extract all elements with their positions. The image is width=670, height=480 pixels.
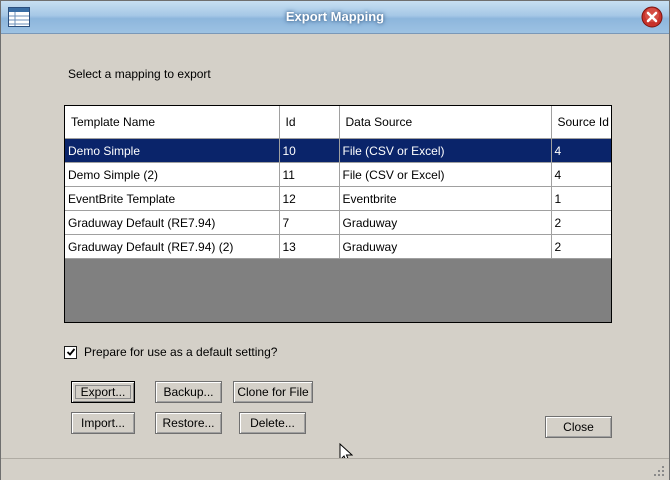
table-row[interactable]: EventBrite Template 12 Eventbrite 1	[65, 186, 611, 211]
cell-source-id: 4	[551, 162, 611, 187]
cell-template-name: Graduway Default (RE7.94) (2)	[65, 234, 280, 259]
restore-button[interactable]: Restore...	[155, 412, 222, 434]
grid-header-row: Template Name Id Data Source Source Id	[65, 106, 611, 139]
clone-for-file-button[interactable]: Clone for File	[233, 381, 313, 403]
table-row[interactable]: Demo Simple 10 File (CSV or Excel) 4	[65, 138, 611, 163]
cell-id: 13	[279, 234, 340, 259]
backup-button[interactable]: Backup...	[155, 381, 222, 403]
delete-button[interactable]: Delete...	[239, 412, 306, 434]
cell-source-id: 1	[551, 186, 611, 211]
table-row[interactable]: Demo Simple (2) 11 File (CSV or Excel) 4	[65, 162, 611, 187]
column-header-source-id[interactable]: Source Id	[551, 106, 611, 139]
cell-id: 11	[279, 162, 340, 187]
cell-template-name: Demo Simple (2)	[65, 162, 280, 187]
cell-id: 7	[279, 210, 340, 235]
cell-id: 12	[279, 186, 340, 211]
cell-source-id: 2	[551, 234, 611, 259]
resize-grip-icon[interactable]	[653, 465, 665, 477]
column-header-template-name[interactable]: Template Name	[65, 106, 280, 139]
export-mapping-window: Export Mapping Select a mapping to expor…	[0, 0, 670, 480]
cell-data-source: File (CSV or Excel)	[339, 138, 552, 163]
window-title: Export Mapping	[285, 9, 385, 24]
table-row[interactable]: Graduway Default (RE7.94) (2) 13 Graduwa…	[65, 234, 611, 259]
cell-source-id: 2	[551, 210, 611, 235]
cell-template-name: Demo Simple	[65, 138, 280, 163]
cell-data-source: File (CSV or Excel)	[339, 162, 552, 187]
cell-data-source: Graduway	[339, 210, 552, 235]
cell-data-source: Eventbrite	[339, 186, 552, 211]
column-header-data-source[interactable]: Data Source	[339, 106, 552, 139]
instruction-label: Select a mapping to export	[68, 67, 211, 81]
column-header-id[interactable]: Id	[279, 106, 340, 139]
cell-template-name: Graduway Default (RE7.94)	[65, 210, 280, 235]
status-bar	[1, 458, 669, 480]
default-setting-checkbox[interactable]	[64, 345, 77, 359]
cell-template-name: EventBrite Template	[65, 186, 280, 211]
export-button[interactable]: Export...	[71, 381, 135, 403]
default-setting-option[interactable]: Prepare for use as a default setting?	[64, 345, 277, 359]
close-x-icon[interactable]	[641, 6, 663, 28]
title-bar[interactable]: Export Mapping	[1, 1, 669, 34]
table-row[interactable]: Graduway Default (RE7.94) 7 Graduway 2	[65, 210, 611, 235]
close-button[interactable]: Close	[545, 416, 612, 438]
import-button[interactable]: Import...	[71, 412, 135, 434]
cell-data-source: Graduway	[339, 234, 552, 259]
checkmark-icon	[66, 348, 75, 356]
mapping-grid[interactable]: Template Name Id Data Source Source Id D…	[64, 105, 612, 323]
default-setting-label: Prepare for use as a default setting?	[84, 345, 278, 359]
cell-id: 10	[279, 138, 340, 163]
cell-source-id: 4	[551, 138, 611, 163]
